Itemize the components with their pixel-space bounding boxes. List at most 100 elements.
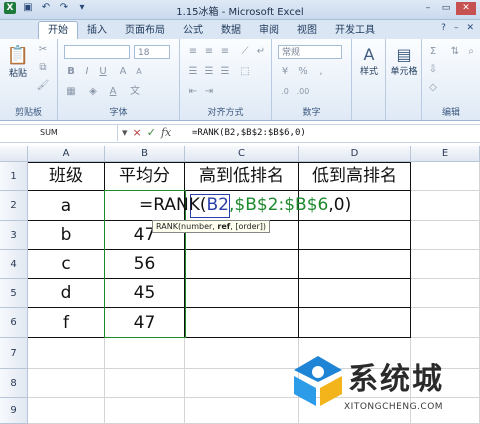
- cell-c6[interactable]: [185, 308, 299, 338]
- cell-c5[interactable]: [185, 279, 299, 308]
- row-header-8[interactable]: 8: [0, 369, 28, 398]
- align-middle-icon[interactable]: ≡: [202, 45, 216, 59]
- insert-function-icon[interactable]: fx: [161, 125, 171, 141]
- help-icon[interactable]: ?: [441, 23, 446, 33]
- select-all-corner[interactable]: [0, 146, 28, 162]
- name-box-dropdown-icon[interactable]: ▾: [122, 125, 128, 141]
- underline-icon[interactable]: U: [96, 65, 110, 79]
- row-header-9[interactable]: 9: [0, 398, 28, 424]
- percent-icon[interactable]: %: [296, 65, 310, 79]
- cell-a6[interactable]: f: [28, 308, 105, 338]
- column-header-b[interactable]: B: [105, 146, 185, 162]
- cell-b7[interactable]: [105, 338, 185, 369]
- ribbon-close-icon[interactable]: ✕: [466, 23, 474, 33]
- orientation-icon[interactable]: ⟋: [238, 45, 252, 59]
- tab-developer[interactable]: 开发工具: [326, 22, 384, 39]
- bold-icon[interactable]: B: [64, 65, 78, 79]
- cell-a1[interactable]: 班级: [28, 162, 105, 191]
- currency-icon[interactable]: ¥: [278, 65, 292, 79]
- grow-font-icon[interactable]: A: [116, 65, 130, 79]
- cell-c7[interactable]: [185, 338, 299, 369]
- tooltip-current-arg[interactable]: ref: [217, 222, 230, 231]
- cells-button[interactable]: ▤ 单元格: [388, 45, 420, 77]
- cancel-icon[interactable]: ×: [133, 125, 142, 141]
- cell-e5[interactable]: [411, 279, 480, 308]
- maximize-button[interactable]: ▭: [438, 2, 454, 15]
- cell-c8[interactable]: [185, 369, 299, 398]
- close-button[interactable]: ✕: [456, 2, 476, 15]
- decrease-decimal-icon[interactable]: .00: [296, 85, 310, 99]
- column-header-c[interactable]: C: [185, 146, 299, 162]
- cell-a3[interactable]: b: [28, 221, 105, 250]
- comma-style-icon[interactable]: ,: [314, 65, 328, 79]
- cell-b1[interactable]: 平均分: [105, 162, 185, 191]
- row-header-1[interactable]: 1: [0, 162, 28, 191]
- borders-icon[interactable]: ▦: [64, 85, 78, 99]
- tab-view[interactable]: 视图: [288, 22, 326, 39]
- column-header-d[interactable]: D: [299, 146, 411, 162]
- phonetic-icon[interactable]: 文: [128, 85, 142, 99]
- row-header-5[interactable]: 5: [0, 279, 28, 308]
- italic-icon[interactable]: I: [80, 65, 94, 79]
- cell-a8[interactable]: [28, 369, 105, 398]
- shrink-font-icon[interactable]: A: [132, 65, 146, 79]
- cell-e6[interactable]: [411, 308, 480, 338]
- cell-c4[interactable]: [185, 250, 299, 279]
- cell-editor-c2[interactable]: =RANK(B2,$B$2:$B$6,0): [139, 195, 351, 215]
- font-size-select[interactable]: 18: [134, 45, 170, 59]
- sort-filter-icon[interactable]: ⇅: [448, 45, 462, 59]
- minimize-button[interactable]: –: [420, 2, 436, 15]
- cell-e3[interactable]: [411, 221, 480, 250]
- decrease-indent-icon[interactable]: ⇤: [186, 85, 200, 99]
- row-header-6[interactable]: 6: [0, 308, 28, 338]
- cell-a9[interactable]: [28, 398, 105, 424]
- format-painter-icon[interactable]: 🖌: [36, 79, 50, 93]
- row-header-7[interactable]: 7: [0, 338, 28, 369]
- tab-review[interactable]: 审阅: [250, 22, 288, 39]
- align-right-icon[interactable]: ☰: [218, 65, 232, 79]
- autosum-icon[interactable]: Σ: [426, 45, 440, 59]
- cell-d6[interactable]: [299, 308, 411, 338]
- cell-a5[interactable]: d: [28, 279, 105, 308]
- cell-a4[interactable]: c: [28, 250, 105, 279]
- ribbon-minimize-icon[interactable]: –: [454, 23, 459, 33]
- tab-formulas[interactable]: 公式: [174, 22, 212, 39]
- wrap-text-icon[interactable]: ↵: [254, 45, 268, 59]
- number-format-select[interactable]: 常规: [278, 45, 342, 59]
- font-color-icon[interactable]: A: [106, 85, 120, 99]
- find-select-icon[interactable]: ⌕: [464, 45, 478, 59]
- column-header-a[interactable]: A: [28, 146, 105, 162]
- tab-insert[interactable]: 插入: [78, 22, 116, 39]
- cell-e1[interactable]: [411, 162, 480, 191]
- merge-center-icon[interactable]: ⬚: [238, 65, 252, 79]
- row-header-2[interactable]: 2: [0, 191, 28, 221]
- styles-button[interactable]: A 样式: [356, 45, 382, 77]
- cell-b9[interactable]: [105, 398, 185, 424]
- clear-icon[interactable]: ◇: [426, 81, 440, 95]
- cell-d1[interactable]: 低到高排名: [299, 162, 411, 191]
- copy-icon[interactable]: ⧉: [36, 61, 50, 75]
- enter-icon[interactable]: ✓: [147, 125, 156, 141]
- increase-decimal-icon[interactable]: .0: [278, 85, 292, 99]
- fill-icon[interactable]: ⇩: [426, 63, 440, 77]
- align-center-icon[interactable]: ☰: [202, 65, 216, 79]
- cell-c1[interactable]: 高到低排名: [185, 162, 299, 191]
- name-box[interactable]: SUM: [0, 125, 118, 141]
- cell-b8[interactable]: [105, 369, 185, 398]
- column-header-e[interactable]: E: [411, 146, 480, 162]
- align-left-icon[interactable]: ☰: [186, 65, 200, 79]
- cell-a2[interactable]: a: [28, 191, 105, 221]
- fill-color-icon[interactable]: ◈: [86, 85, 100, 99]
- align-top-icon[interactable]: ≡: [186, 45, 200, 59]
- row-header-3[interactable]: 3: [0, 221, 28, 250]
- cell-d5[interactable]: [299, 279, 411, 308]
- cut-icon[interactable]: ✂: [36, 43, 50, 57]
- cell-a7[interactable]: [28, 338, 105, 369]
- formula-input[interactable]: =RANK(B2,$B$2:$B$6,0): [192, 125, 306, 141]
- paste-button[interactable]: 📋 粘贴: [6, 45, 30, 79]
- tab-page-layout[interactable]: 页面布局: [116, 22, 174, 39]
- cell-d3[interactable]: [299, 221, 411, 250]
- row-header-4[interactable]: 4: [0, 250, 28, 279]
- tab-home[interactable]: 开始: [38, 21, 78, 39]
- cell-e2[interactable]: [411, 191, 480, 221]
